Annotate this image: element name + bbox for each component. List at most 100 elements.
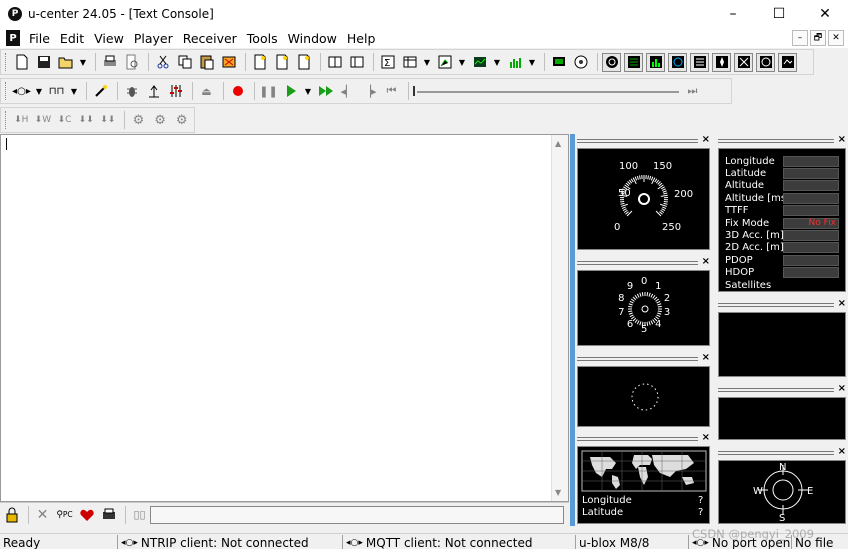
pause-icon[interactable]: ❚❚ — [259, 82, 278, 101]
close-icon[interactable]: × — [838, 298, 846, 309]
open-dropdown-icon[interactable]: ▼ — [78, 53, 88, 72]
close-icon[interactable]: × — [702, 256, 710, 267]
step-forward-icon[interactable]: ▕▸ — [360, 82, 379, 101]
console-scrollbar[interactable]: ▲ ▼ — [551, 135, 568, 501]
menu-player[interactable]: Player — [129, 31, 178, 46]
debug-icon[interactable] — [122, 82, 141, 101]
close-icon[interactable]: × — [838, 134, 846, 145]
eject-icon[interactable]: ⏏ — [197, 82, 216, 101]
autobaud-wand-icon[interactable] — [91, 82, 110, 101]
toolbar-grip-2[interactable] — [5, 82, 8, 100]
play-dropdown-icon[interactable]: ▼ — [303, 82, 313, 101]
menu-tools[interactable]: Tools — [242, 31, 283, 46]
gear-b-icon[interactable]: ⚙ — [151, 111, 170, 130]
baudrate-icon[interactable]: ⊓⊓ — [47, 82, 66, 101]
playback-slider[interactable] — [413, 82, 683, 101]
cold-start-icon[interactable]: ⬇C — [55, 111, 74, 130]
bar-chart-icon[interactable] — [505, 53, 524, 72]
deviation-map-icon[interactable] — [602, 52, 621, 72]
close-icon[interactable]: × — [838, 383, 846, 394]
record-icon[interactable] — [228, 82, 247, 101]
status-mqtt[interactable]: ◂○▸ MQTT client: Not connected — [342, 535, 574, 549]
clear-console-icon[interactable]: ✕ — [33, 505, 52, 524]
save-icon[interactable] — [34, 53, 53, 72]
clock-view-icon[interactable] — [734, 52, 753, 72]
cut-icon[interactable] — [153, 53, 172, 72]
satellite-icon[interactable] — [571, 53, 590, 72]
close-icon[interactable]: × — [838, 446, 846, 457]
reset-b-icon[interactable]: ⬇⬇ — [98, 111, 117, 130]
text-console[interactable]: ▲ ▼ — [0, 134, 569, 502]
menu-window[interactable]: Window — [283, 31, 342, 46]
copy-icon[interactable] — [175, 53, 194, 72]
connection-icon[interactable]: ◂○▸ — [12, 82, 31, 101]
gear-a-icon[interactable]: ⚙ — [129, 111, 148, 130]
sigma-icon[interactable]: Σ — [378, 53, 397, 72]
open-icon[interactable] — [56, 53, 75, 72]
maximize-button[interactable]: ☐ — [756, 0, 802, 28]
to-end-icon[interactable]: ⏭ — [683, 82, 702, 101]
chart-pen-dropdown-icon[interactable]: ▼ — [457, 53, 467, 72]
printer-settings-icon[interactable] — [99, 505, 118, 524]
bar-chart-dropdown-icon[interactable]: ▼ — [527, 53, 537, 72]
close-icon[interactable]: × — [702, 352, 710, 363]
clear-icon[interactable] — [219, 53, 238, 72]
sliders-icon[interactable] — [166, 82, 185, 101]
minimize-button[interactable]: – — [710, 0, 756, 28]
monitor-icon[interactable] — [549, 53, 568, 72]
fast-forward-icon[interactable] — [316, 82, 335, 101]
close-icon[interactable]: × — [702, 134, 710, 145]
mdi-minimize-button[interactable]: – — [792, 30, 808, 46]
menu-view[interactable]: View — [89, 31, 129, 46]
reset-a-icon[interactable]: ⬇⬇ — [77, 111, 96, 130]
tile-horizontal-icon[interactable] — [325, 53, 344, 72]
table-view-dropdown-icon[interactable]: ▼ — [422, 53, 432, 72]
sky-view-icon[interactable] — [668, 52, 687, 72]
antenna-icon[interactable] — [144, 82, 163, 101]
signal-view-icon[interactable] — [646, 52, 665, 72]
line-chart-dropdown-icon[interactable]: ▼ — [492, 53, 502, 72]
menu-help[interactable]: Help — [342, 31, 381, 46]
hot-start-icon[interactable]: ⬇H — [12, 111, 31, 130]
table-view-icon[interactable] — [400, 53, 419, 72]
menu-file[interactable]: File — [24, 31, 55, 46]
heart-icon[interactable] — [77, 505, 96, 524]
compass-view-icon[interactable] — [712, 52, 731, 72]
toolbar-grip-3[interactable] — [5, 111, 8, 129]
filter-icon[interactable]: ⚲ PC — [55, 505, 74, 524]
toolbar-grip[interactable] — [5, 53, 8, 71]
scroll-up-icon[interactable]: ▲ — [555, 139, 561, 148]
print-preview-icon[interactable] — [122, 53, 141, 72]
mdi-close-button[interactable]: ✕ — [828, 30, 844, 46]
tile-vertical-icon[interactable] — [347, 53, 366, 72]
chart-pen-icon[interactable] — [435, 53, 454, 72]
status-ntrip[interactable]: ◂○▸ NTRIP client: Not connected — [117, 535, 341, 549]
gear-c-icon[interactable]: ⚙ — [172, 111, 191, 130]
map-view-icon[interactable] — [778, 52, 797, 72]
console-command-input[interactable] — [150, 506, 564, 524]
close-button[interactable]: ✕ — [802, 0, 848, 28]
connection-dropdown-icon[interactable]: ▼ — [34, 82, 44, 101]
columns-icon[interactable]: ▯▯ — [130, 505, 149, 524]
warm-start-icon[interactable]: ⬇W — [34, 111, 53, 130]
app-menu-icon[interactable]: P — [6, 30, 20, 46]
lock-icon[interactable] — [2, 505, 21, 524]
play-icon[interactable] — [281, 82, 300, 101]
new-file-icon[interactable] — [12, 53, 31, 72]
new-doc-star-icon[interactable] — [250, 53, 269, 72]
doc-b-icon[interactable] — [294, 53, 313, 72]
mdi-restore-button[interactable]: 🗗 — [810, 30, 826, 46]
doc-a-icon[interactable] — [272, 53, 291, 72]
step-back-icon[interactable]: ◂▏ — [338, 82, 357, 101]
baudrate-dropdown-icon[interactable]: ▼ — [69, 82, 79, 101]
menu-receiver[interactable]: Receiver — [178, 31, 242, 46]
to-start-icon[interactable]: ⏮ — [382, 82, 401, 101]
menu-edit[interactable]: Edit — [55, 31, 89, 46]
speedometer-view-icon[interactable] — [756, 52, 775, 72]
list-view-icon[interactable] — [690, 52, 709, 72]
print-icon[interactable] — [100, 53, 119, 72]
paste-icon[interactable] — [197, 53, 216, 72]
close-icon[interactable]: × — [702, 432, 710, 443]
scroll-down-icon[interactable]: ▼ — [555, 488, 561, 497]
data-view-icon[interactable] — [624, 52, 643, 72]
